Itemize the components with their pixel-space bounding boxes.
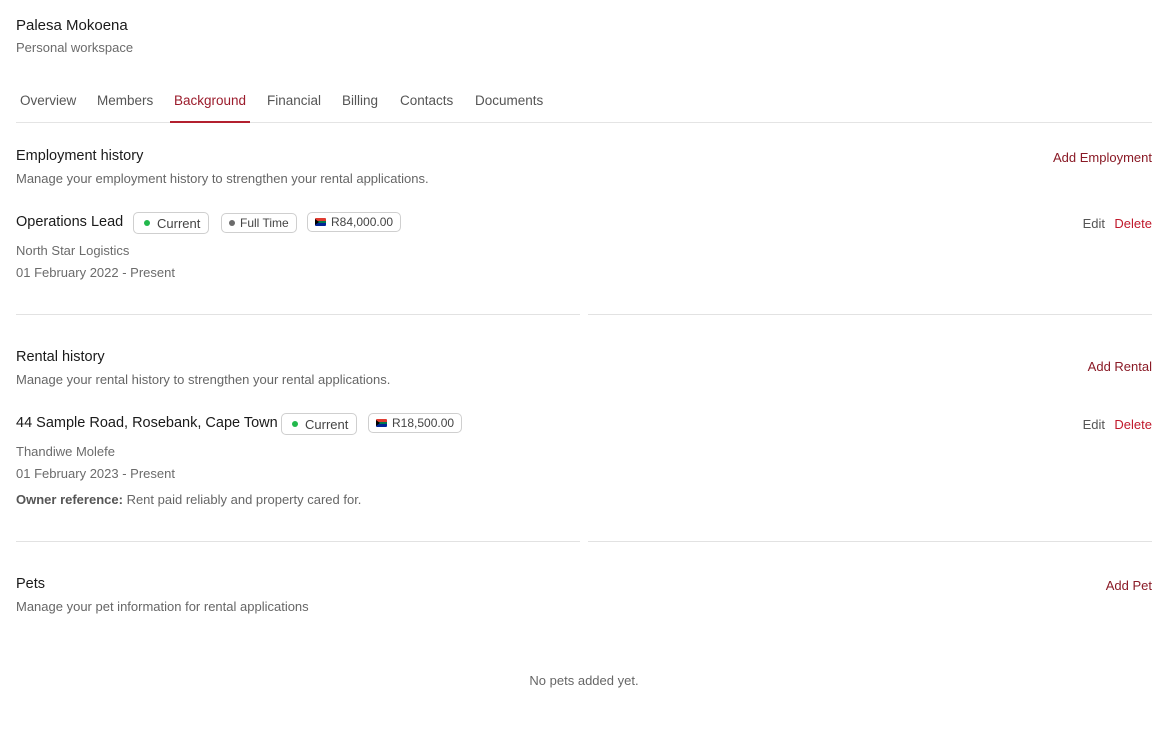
pets-title: Pets <box>16 576 46 592</box>
dot-icon <box>229 220 235 226</box>
add-pet-button[interactable]: Add Pet <box>1106 578 1152 593</box>
salary-badge: R84,000.00 <box>307 212 402 232</box>
rental-address: 44 Sample Road, Rosebank, Cape Town <box>16 415 278 431</box>
tab-financial[interactable]: Financial <box>263 93 325 121</box>
employment-type-badge: Full Time <box>221 213 297 233</box>
employment-type-label: Full Time <box>240 216 289 230</box>
edit-rental-button[interactable]: Edit <box>1083 417 1105 432</box>
owner-name: Thandiwe Molefe <box>16 444 115 459</box>
tab-background[interactable]: Background <box>170 93 251 123</box>
pets-description: Manage your pet information for rental a… <box>16 599 309 614</box>
employer-name: North Star Logistics <box>16 243 130 258</box>
delete-employment-button[interactable]: Delete <box>1114 216 1152 231</box>
tab-billing[interactable]: Billing <box>338 93 382 121</box>
workspace-name: Palesa Mokoena <box>16 17 128 34</box>
add-employment-button[interactable]: Add Employment <box>1053 150 1152 165</box>
workspace-subtitle: Personal workspace <box>16 40 134 55</box>
tab-members[interactable]: Members <box>93 93 157 121</box>
divider <box>16 541 580 542</box>
divider <box>588 541 1152 542</box>
delete-rental-button[interactable]: Delete <box>1114 417 1152 432</box>
salary-amount: R84,000.00 <box>331 215 394 229</box>
status-badge: Current <box>133 212 210 234</box>
south-africa-flag-icon <box>315 218 326 226</box>
tab-contacts[interactable]: Contacts <box>396 93 457 121</box>
tab-documents[interactable]: Documents <box>471 93 547 121</box>
employment-history-title: Employment history <box>16 148 144 164</box>
divider <box>588 314 1152 315</box>
dot-icon <box>292 421 298 427</box>
tab-bar: Overview Members Background Financial Bi… <box>16 84 1152 123</box>
south-africa-flag-icon <box>376 419 387 427</box>
pets-empty-state: No pets added yet. <box>529 673 639 688</box>
rent-amount: R18,500.00 <box>392 416 455 430</box>
employment-job-title: Operations Lead <box>16 214 124 230</box>
edit-employment-button[interactable]: Edit <box>1083 216 1105 231</box>
add-rental-button[interactable]: Add Rental <box>1088 359 1152 374</box>
owner-reference: Owner reference: Rent paid reliably and … <box>16 492 361 507</box>
status-badge-label: Current <box>157 215 201 231</box>
employment-period: 01 February 2022 - Present <box>16 265 175 280</box>
rental-history-title: Rental history <box>16 349 105 365</box>
rental-history-description: Manage your rental history to strengthen… <box>16 372 391 387</box>
rent-badge: R18,500.00 <box>368 413 463 433</box>
owner-reference-text: Rent paid reliably and property cared fo… <box>126 492 362 507</box>
employment-history-description: Manage your employment history to streng… <box>16 171 429 186</box>
tab-overview[interactable]: Overview <box>16 93 80 121</box>
status-badge: Current <box>281 413 358 435</box>
status-badge-label: Current <box>305 416 349 432</box>
rental-period: 01 February 2023 - Present <box>16 466 175 481</box>
divider <box>16 314 580 315</box>
owner-reference-label: Owner reference: <box>16 492 123 507</box>
dot-icon <box>144 220 150 226</box>
